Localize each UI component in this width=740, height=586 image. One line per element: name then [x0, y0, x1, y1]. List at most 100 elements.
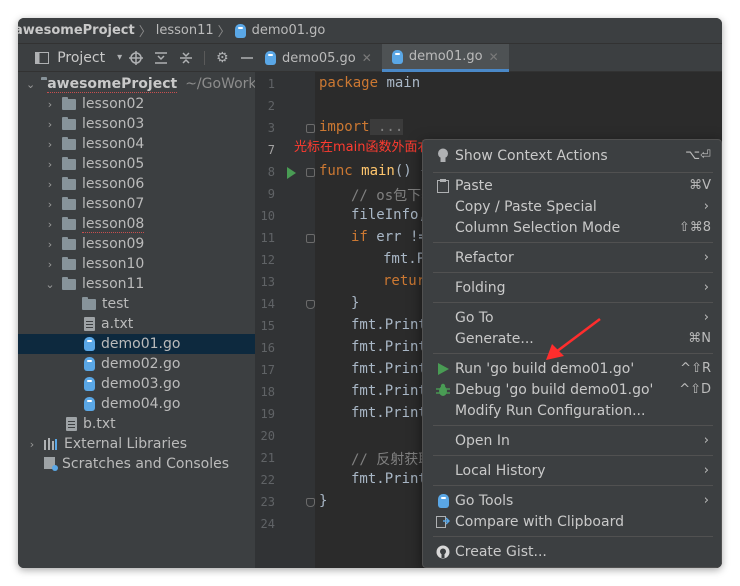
- tree-folder[interactable]: › lesson07: [18, 194, 255, 214]
- tree-folder[interactable]: › lesson09: [18, 234, 255, 254]
- fold-icon[interactable]: [306, 124, 315, 133]
- fold-end-icon[interactable]: [306, 498, 315, 507]
- tree-file[interactable]: demo02.go: [18, 354, 255, 374]
- scratches-label: Scratches and Consoles: [62, 456, 229, 472]
- tree-folder[interactable]: › lesson03: [18, 114, 255, 134]
- menu-label: Folding: [455, 279, 506, 296]
- breadcrumb-project[interactable]: awesomeProject: [18, 23, 135, 38]
- project-panel-title[interactable]: Project: [57, 50, 105, 66]
- tree-external-libraries[interactable]: › External Libraries: [18, 434, 255, 454]
- menu-separator: [433, 272, 713, 273]
- menu-item-refactor[interactable]: Refactor ›: [423, 247, 721, 268]
- close-icon[interactable]: ✕: [489, 50, 499, 64]
- menu-item-folding[interactable]: Folding ›: [423, 277, 721, 298]
- chevron-right-icon[interactable]: ›: [26, 438, 38, 451]
- menu-item-debug[interactable]: Debug 'go build demo01.go' ^⇧D: [423, 379, 721, 400]
- folder-icon: [62, 276, 76, 290]
- menu-item-open-in[interactable]: Open In ›: [423, 430, 721, 451]
- tab-demo01[interactable]: demo01.go ✕: [381, 44, 509, 72]
- chevron-right-icon[interactable]: ›: [44, 98, 56, 111]
- menu-label: Go Tools: [455, 492, 514, 509]
- fold-icon[interactable]: [306, 168, 315, 177]
- tree-folder[interactable]: › lesson04: [18, 134, 255, 154]
- chevron-right-icon[interactable]: ›: [44, 238, 56, 251]
- tree-file[interactable]: demo04.go: [18, 394, 255, 414]
- menu-item-compare-clipboard[interactable]: Compare with Clipboard: [423, 511, 721, 532]
- go-file-icon: [391, 49, 403, 64]
- folder-label: lesson02: [82, 96, 145, 112]
- chevron-down-icon[interactable]: ⌄: [26, 78, 35, 91]
- line-number: 21: [260, 451, 275, 465]
- github-icon: [435, 544, 451, 560]
- project-dropdown-icon[interactable]: ▾: [117, 52, 122, 63]
- go-file-icon: [84, 397, 95, 411]
- folder-icon: [62, 196, 76, 210]
- menu-label: Go To: [455, 309, 494, 326]
- menu-item-column-selection-mode[interactable]: Column Selection Mode ⇧⌘8: [423, 217, 721, 238]
- tree-file[interactable]: b.txt: [18, 414, 255, 434]
- chevron-right-icon[interactable]: ›: [44, 218, 56, 231]
- menu-item-paste[interactable]: Paste ⌘V: [423, 175, 721, 196]
- folder-label: lesson10: [82, 256, 145, 272]
- run-gutter-icon[interactable]: [287, 167, 296, 179]
- code-line: fmt.Print: [351, 339, 427, 355]
- tree-folder[interactable]: › lesson06: [18, 174, 255, 194]
- chevron-right-icon[interactable]: ›: [44, 158, 56, 171]
- tree-folder[interactable]: › lesson02: [18, 94, 255, 114]
- chevron-right-icon[interactable]: ›: [44, 178, 56, 191]
- locate-icon[interactable]: [128, 50, 143, 66]
- code-line: fmt.Print: [351, 405, 427, 421]
- keyword: if: [351, 229, 368, 245]
- tree-folder-test[interactable]: test: [18, 294, 255, 314]
- chevron-right-icon[interactable]: ›: [44, 118, 56, 131]
- gear-icon[interactable]: ⚙: [215, 50, 230, 66]
- tree-file-selected[interactable]: demo01.go: [18, 334, 255, 354]
- code-text: err !=: [367, 229, 427, 245]
- go-file-icon: [84, 377, 95, 391]
- tree-folder[interactable]: › lesson05: [18, 154, 255, 174]
- text-file-icon: [84, 317, 95, 331]
- menu-item-copy-paste-special[interactable]: Copy / Paste Special ›: [423, 196, 721, 217]
- tree-folder[interactable]: › lesson10: [18, 254, 255, 274]
- expand-all-icon[interactable]: [153, 50, 168, 66]
- tree-folder[interactable]: ⌄ lesson11: [18, 274, 255, 294]
- menu-item-modify-run-configuration[interactable]: Modify Run Configuration...: [423, 400, 721, 421]
- root-path: ~/GoWorks: [185, 76, 264, 92]
- menu-item-go-tools[interactable]: Go Tools ›: [423, 490, 721, 511]
- menu-item-create-gist[interactable]: Create Gist...: [423, 541, 721, 562]
- file-label: demo03.go: [101, 376, 181, 392]
- gopher-icon: [435, 493, 451, 509]
- chevron-right-icon[interactable]: ›: [44, 138, 56, 151]
- tree-file[interactable]: a.txt: [18, 314, 255, 334]
- minimize-icon[interactable]: [240, 50, 255, 66]
- breadcrumb-folder[interactable]: lesson11: [156, 23, 214, 38]
- folder-label: lesson08: [82, 215, 145, 233]
- chevron-down-icon[interactable]: ⌄: [44, 278, 56, 291]
- line-number: 23: [260, 495, 275, 509]
- close-icon[interactable]: ✕: [362, 51, 372, 65]
- tree-scratches[interactable]: Scratches and Consoles: [18, 454, 255, 474]
- chevron-right-icon: ›: [703, 199, 709, 214]
- tree-file[interactable]: demo03.go: [18, 374, 255, 394]
- menu-label: Show Context Actions: [455, 147, 608, 164]
- line-number: 22: [260, 473, 275, 487]
- collapse-all-icon[interactable]: [179, 50, 194, 66]
- chevron-right-icon[interactable]: ›: [44, 198, 56, 211]
- breadcrumb-file[interactable]: demo01.go: [234, 23, 325, 38]
- fold-end-icon[interactable]: [306, 300, 315, 309]
- code-line: if err !=: [351, 229, 427, 245]
- fold-icon[interactable]: [306, 234, 315, 243]
- code-line: func main() {: [319, 163, 429, 179]
- menu-item-local-history[interactable]: Local History ›: [423, 460, 721, 481]
- tree-root[interactable]: ⌄ awesomeProject ~/GoWorks: [18, 74, 264, 94]
- folder-icon: [62, 116, 76, 130]
- folder-label: test: [102, 296, 129, 312]
- menu-item-show-context-actions[interactable]: Show Context Actions ⌥⏎: [423, 145, 721, 166]
- folded-imports[interactable]: ...: [369, 119, 404, 135]
- chevron-right-icon[interactable]: ›: [44, 258, 56, 271]
- breadcrumb-separator: 〉: [138, 25, 152, 40]
- tree-folder[interactable]: › lesson08: [18, 214, 255, 234]
- tab-demo05[interactable]: demo05.go ✕: [255, 44, 382, 72]
- menu-shortcut: ⌘N: [688, 331, 711, 346]
- code-line: fmt.P: [383, 251, 426, 267]
